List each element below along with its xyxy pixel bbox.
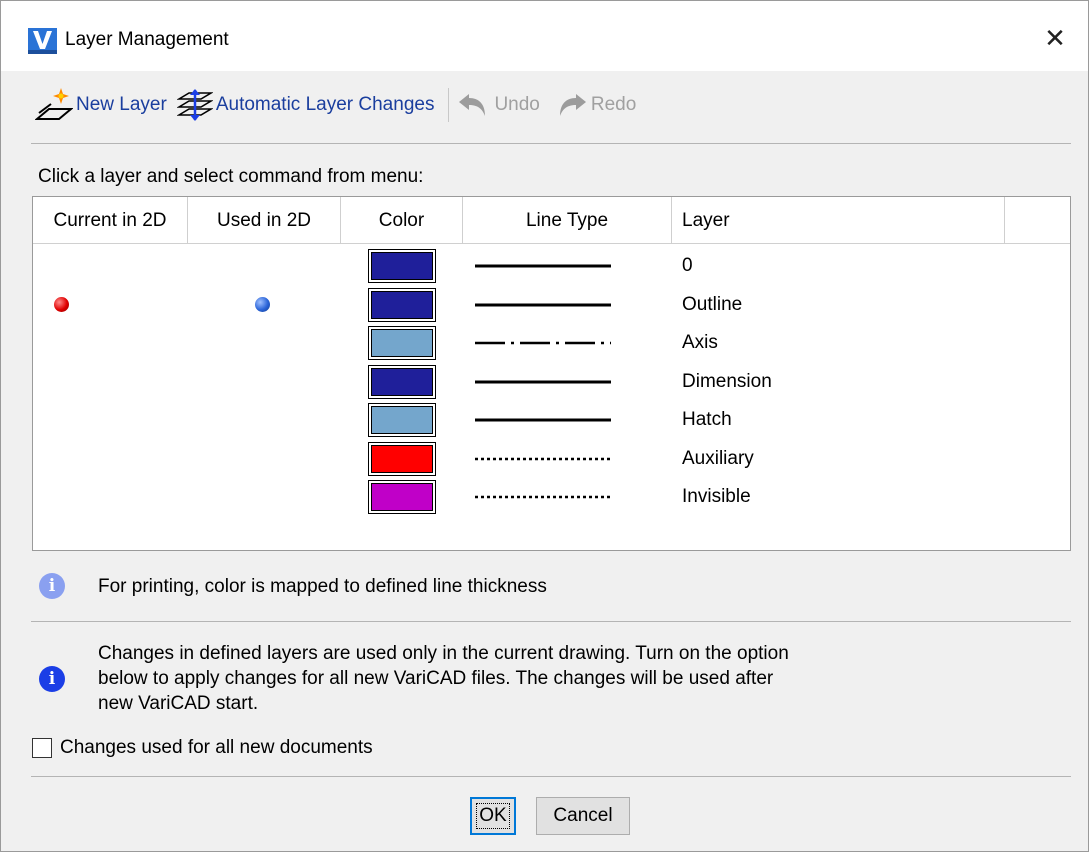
changes-all-documents-checkbox[interactable] (32, 738, 52, 758)
toolbar-separator (448, 88, 450, 122)
redo-label: Redo (590, 94, 637, 115)
changes-info-line: below to apply changes for all new VariC… (98, 668, 774, 689)
divider (31, 776, 1071, 777)
color-fill (371, 406, 433, 434)
window-title: Layer Management (65, 29, 229, 50)
table-row[interactable]: Dimension (33, 363, 1070, 401)
color-fill (371, 252, 433, 280)
line-type-sample[interactable] (473, 486, 613, 508)
close-button[interactable]: ✕ (1022, 13, 1088, 63)
color-fill (371, 444, 433, 473)
color-swatch[interactable] (368, 441, 436, 476)
changes-info-line: new VariCAD start. (98, 693, 259, 714)
color-swatch[interactable] (368, 403, 436, 437)
info-icon: i (39, 665, 65, 692)
divider (31, 143, 1071, 144)
instruction-text: Click a layer and select command from me… (38, 166, 424, 187)
undo-button[interactable]: Undo (457, 85, 540, 125)
color-swatch[interactable] (368, 480, 436, 514)
table-row[interactable]: Outline (33, 286, 1070, 324)
changes-info-text: Changes in defined layers are used only … (98, 641, 789, 716)
redo-icon (559, 94, 586, 116)
new-layer-label: New Layer (76, 94, 167, 115)
table-row[interactable]: Auxiliary (33, 440, 1070, 478)
column-header-line-type[interactable]: Line Type (463, 197, 672, 244)
layer-name: Hatch (682, 409, 732, 430)
changes-info: i Changes in defined layers are used onl… (39, 641, 789, 716)
color-swatch[interactable] (368, 287, 436, 322)
color-swatch[interactable] (368, 249, 436, 283)
table-row[interactable]: 0 (33, 247, 1070, 285)
redo-button[interactable]: Redo (554, 85, 636, 125)
current-layer-indicator-icon (54, 296, 69, 312)
line-type-sample[interactable] (473, 371, 613, 393)
color-fill (371, 483, 433, 511)
table-row[interactable]: Hatch (33, 401, 1070, 439)
color-swatch[interactable] (368, 364, 436, 399)
column-header-used[interactable]: Used in 2D (188, 197, 341, 244)
toolbar: New Layer Automatic Layer Changes Undo R… (35, 85, 636, 125)
table-row[interactable]: Axis (33, 324, 1070, 362)
layer-management-dialog: Layer Management ✕ New Layer Automatic L… (0, 0, 1089, 852)
layer-name: Dimension (682, 370, 772, 392)
line-type-sample[interactable] (473, 255, 613, 277)
new-layer-icon (35, 88, 73, 120)
title-bar: Layer Management ✕ (1, 1, 1088, 71)
used-layer-indicator-icon (255, 296, 270, 312)
cancel-button[interactable]: Cancel (536, 797, 630, 835)
color-fill (371, 290, 433, 319)
layer-changes-icon (176, 89, 213, 121)
layer-name: Axis (682, 332, 718, 353)
layers-table[interactable]: Current in 2D Used in 2D Color Line Type… (32, 196, 1071, 551)
varicad-logo-icon (28, 28, 57, 54)
automatic-layer-changes-button[interactable]: Automatic Layer Changes (176, 85, 435, 125)
print-info-text: For printing, color is mapped to defined… (98, 575, 547, 597)
undo-icon (459, 94, 486, 116)
table-header: Current in 2D Used in 2D Color Line Type… (33, 197, 1070, 244)
ok-label: OK (476, 803, 510, 829)
changes-info-line: Changes in defined layers are used only … (98, 643, 789, 664)
line-type-sample[interactable] (473, 409, 613, 431)
changes-all-documents-label: Changes used for all new documents (60, 737, 373, 758)
layer-name: Outline (682, 293, 743, 315)
layer-name: 0 (682, 255, 693, 276)
column-header-current[interactable]: Current in 2D (33, 197, 188, 244)
ok-button[interactable]: OK (470, 797, 516, 835)
color-fill (371, 367, 433, 396)
print-info: i For printing, color is mapped to defin… (39, 573, 547, 599)
layer-name: Auxiliary (682, 447, 754, 469)
table-row[interactable]: Invisible (33, 478, 1070, 516)
color-fill (371, 329, 433, 357)
changes-all-documents-option[interactable]: Changes used for all new documents (32, 737, 373, 759)
line-type-sample[interactable] (473, 448, 613, 470)
column-header-color[interactable]: Color (341, 197, 463, 244)
color-swatch[interactable] (368, 326, 436, 360)
automatic-layer-changes-label: Automatic Layer Changes (215, 94, 435, 115)
info-icon: i (39, 573, 65, 599)
layer-name: Invisible (682, 486, 751, 507)
column-header-layer[interactable]: Layer (672, 197, 1005, 244)
cancel-label: Cancel (553, 805, 613, 826)
divider (31, 621, 1071, 622)
new-layer-button[interactable]: New Layer (35, 85, 167, 125)
line-type-sample[interactable] (473, 294, 613, 316)
line-type-sample[interactable] (473, 332, 613, 354)
undo-label: Undo (494, 94, 540, 115)
close-icon: ✕ (1044, 22, 1066, 53)
